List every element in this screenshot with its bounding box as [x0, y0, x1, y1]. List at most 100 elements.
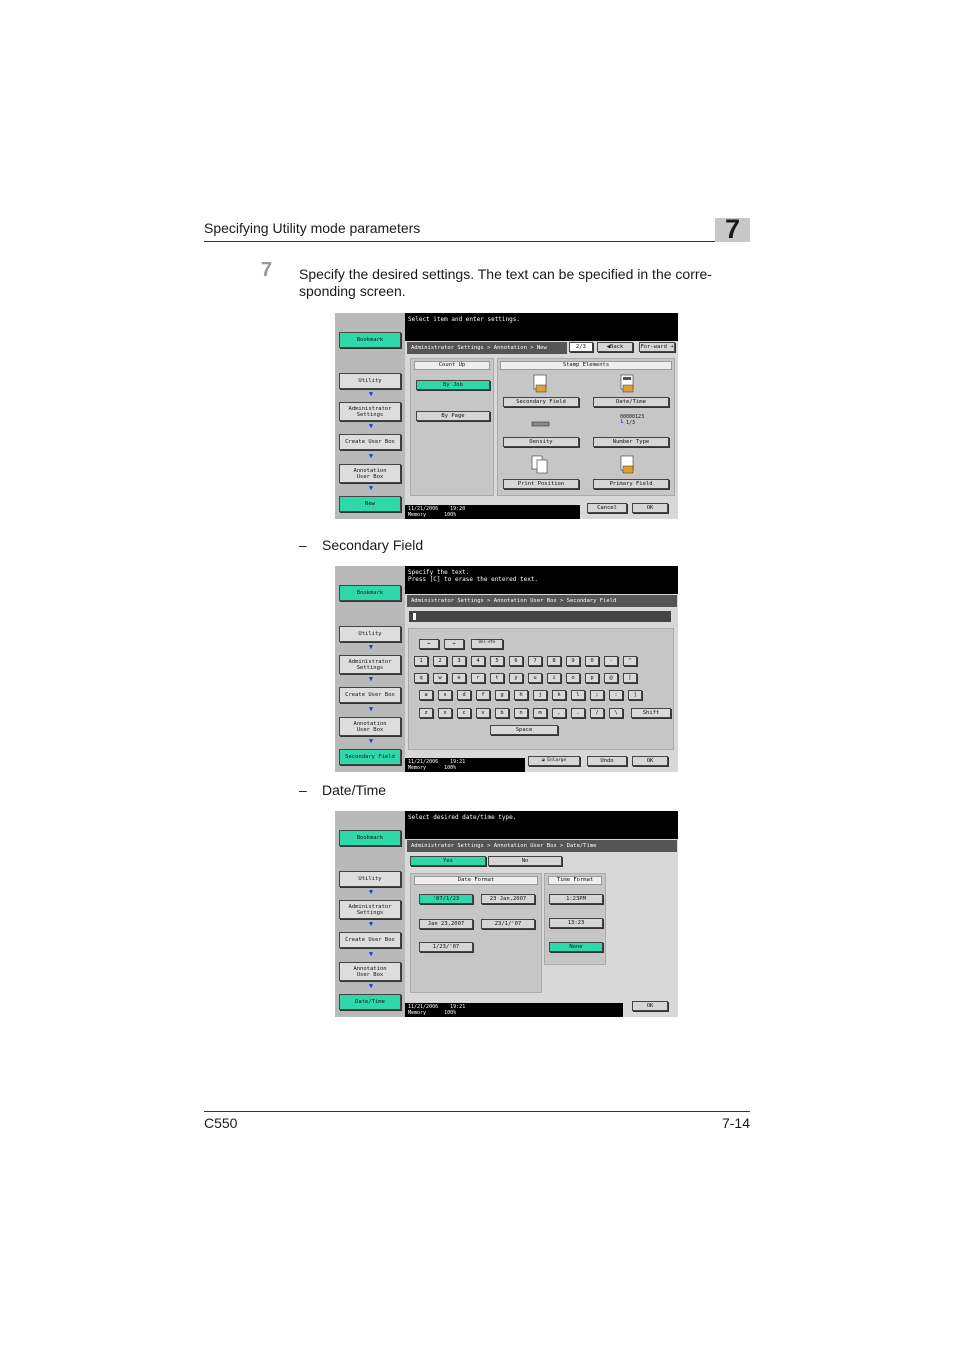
key-button[interactable]: z	[419, 708, 433, 718]
key-button[interactable]: 5	[490, 656, 504, 666]
key-button[interactable]: @	[604, 673, 618, 683]
screen-date-time: Bookmark Utility ▼ Administrator Setting…	[335, 811, 678, 1017]
current-new-button[interactable]: New	[339, 496, 401, 512]
date-format-option-2[interactable]: 23 Jan,2007	[481, 894, 535, 904]
ok-button[interactable]: OK	[632, 503, 668, 513]
bookmark-button[interactable]: Bookmark	[339, 585, 401, 601]
key-button[interactable]: y	[509, 673, 523, 683]
key-button[interactable]: ]	[628, 690, 642, 700]
time-format-option-1[interactable]: 1:23PM	[549, 894, 603, 904]
key-button[interactable]: 2	[433, 656, 447, 666]
shift-button[interactable]: Shift	[631, 708, 671, 718]
key-button[interactable]: s	[438, 690, 452, 700]
key-button[interactable]: 6	[509, 656, 523, 666]
date-format-option-4[interactable]: 23/1/'07	[481, 919, 535, 929]
key-button[interactable]: ^	[623, 656, 637, 666]
annotation-user-box-button[interactable]: Annotation User Box	[339, 464, 401, 483]
annotation-user-box-button[interactable]: Annotation User Box	[339, 962, 401, 981]
key-button[interactable]: g	[495, 690, 509, 700]
key-button[interactable]: k	[552, 690, 566, 700]
primary-field-button[interactable]: Primary Field	[593, 479, 669, 489]
key-button[interactable]: .	[571, 708, 585, 718]
key-button[interactable]: 9	[566, 656, 580, 666]
create-user-box-button[interactable]: Create User Box	[339, 932, 401, 948]
current-secondary-field-button[interactable]: Secondary Field	[339, 749, 401, 765]
number-type-button[interactable]: Number Type	[593, 437, 669, 447]
enlarge-display-button[interactable]: ◪ Enlarge	[528, 756, 580, 766]
admin-settings-button[interactable]: Administrator Settings	[339, 900, 401, 919]
date-format-option-3[interactable]: Jan 23,2007	[419, 919, 473, 929]
key-button[interactable]: n	[514, 708, 528, 718]
key-button[interactable]: /	[590, 708, 604, 718]
key-button[interactable]: o	[566, 673, 580, 683]
number-type-sample: 00000123 ┗ 1/3	[620, 414, 644, 426]
key-button[interactable]: e	[452, 673, 466, 683]
text-input[interactable]	[409, 611, 671, 622]
arrow-down-icon: ▼	[368, 705, 374, 713]
key-button[interactable]: b	[495, 708, 509, 718]
admin-settings-button[interactable]: Administrator Settings	[339, 402, 401, 421]
key-button[interactable]: l	[571, 690, 585, 700]
no-button[interactable]: No	[488, 856, 562, 866]
date-time-button[interactable]: Date/Time	[593, 397, 669, 407]
key-button[interactable]: 0	[585, 656, 599, 666]
key-button[interactable]: \	[609, 708, 623, 718]
undo-button[interactable]: Undo	[587, 756, 627, 766]
by-job-button[interactable]: By Job	[416, 380, 490, 390]
key-button[interactable]: r	[471, 673, 485, 683]
key-button[interactable]: 3	[452, 656, 466, 666]
annotation-user-box-button[interactable]: Annotation User Box	[339, 717, 401, 736]
key-button[interactable]: p	[585, 673, 599, 683]
time-format-option-none[interactable]: None	[549, 942, 603, 952]
admin-settings-button[interactable]: Administrator Settings	[339, 655, 401, 674]
key-button[interactable]: c	[457, 708, 471, 718]
utility-button[interactable]: Utility	[339, 373, 401, 389]
key-button[interactable]: q	[414, 673, 428, 683]
cancel-button[interactable]: Cancel	[587, 503, 627, 513]
cursor-left-button[interactable]: ←	[419, 639, 439, 649]
key-button[interactable]: [	[623, 673, 637, 683]
date-format-option-1[interactable]: '07/1/23	[419, 894, 473, 904]
key-button[interactable]: v	[476, 708, 490, 718]
bookmark-button[interactable]: Bookmark	[339, 830, 401, 846]
key-button[interactable]: m	[533, 708, 547, 718]
create-user-box-button[interactable]: Create User Box	[339, 687, 401, 703]
key-button[interactable]: h	[514, 690, 528, 700]
key-button[interactable]: -	[604, 656, 618, 666]
date-format-option-5[interactable]: 1/23/'07	[419, 942, 473, 952]
key-button[interactable]: ,	[552, 708, 566, 718]
cursor-right-button[interactable]: →	[444, 639, 464, 649]
key-button[interactable]: 4	[471, 656, 485, 666]
key-button[interactable]: t	[490, 673, 504, 683]
secondary-field-button[interactable]: Secondary Field	[503, 397, 579, 407]
key-button[interactable]: 7	[528, 656, 542, 666]
create-user-box-button[interactable]: Create User Box	[339, 434, 401, 450]
density-button[interactable]: Density	[503, 437, 579, 447]
bookmark-button[interactable]: Bookmark	[339, 332, 401, 348]
key-button[interactable]: x	[438, 708, 452, 718]
yes-button[interactable]: Yes	[410, 856, 486, 866]
key-button[interactable]: w	[433, 673, 447, 683]
utility-button[interactable]: Utility	[339, 871, 401, 887]
key-button[interactable]: i	[547, 673, 561, 683]
ok-button[interactable]: OK	[632, 1001, 668, 1011]
space-button[interactable]: Space	[490, 725, 558, 735]
current-date-time-button[interactable]: Date/Time	[339, 994, 401, 1010]
key-button[interactable]: a	[419, 690, 433, 700]
forward-button[interactable]: For-ward ➔	[639, 342, 675, 352]
key-button[interactable]: u	[528, 673, 542, 683]
key-button[interactable]: f	[476, 690, 490, 700]
key-button[interactable]: :	[609, 690, 623, 700]
key-button[interactable]: ;	[590, 690, 604, 700]
print-position-button[interactable]: Print Position	[503, 479, 579, 489]
key-button[interactable]: d	[457, 690, 471, 700]
key-button[interactable]: 1	[414, 656, 428, 666]
ok-button[interactable]: OK	[632, 756, 668, 766]
by-page-button[interactable]: By Page	[416, 411, 490, 421]
time-format-option-2[interactable]: 13:23	[549, 918, 603, 928]
key-button[interactable]: 8	[547, 656, 561, 666]
delete-button[interactable]: Del-ete	[471, 639, 503, 649]
back-button[interactable]: ◀Back	[597, 342, 633, 352]
utility-button[interactable]: Utility	[339, 626, 401, 642]
key-button[interactable]: j	[533, 690, 547, 700]
